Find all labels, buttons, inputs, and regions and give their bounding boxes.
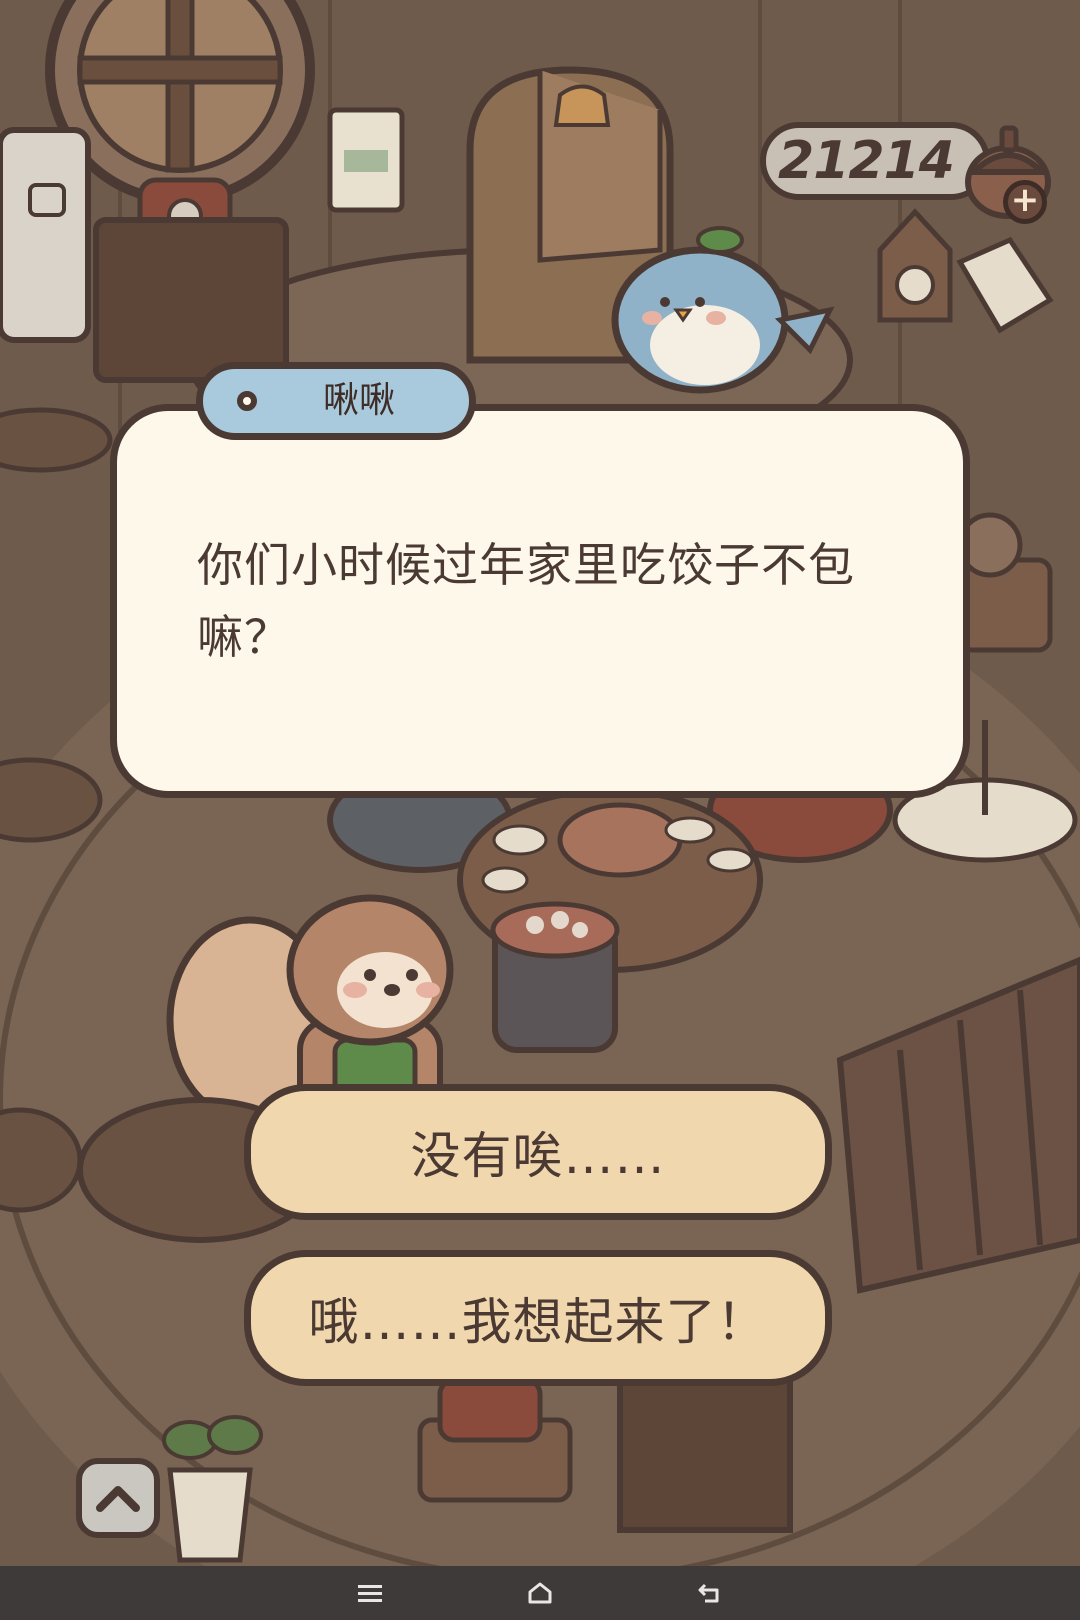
menu-icon [358, 1585, 382, 1602]
currency-value: 21214 [778, 131, 955, 191]
nav-back-button[interactable] [680, 1566, 740, 1620]
back-icon [698, 1583, 719, 1603]
speaker-name-tag: 啾啾 [196, 362, 476, 440]
chevron-up-icon [96, 1486, 140, 1512]
dialog-box[interactable]: 你们小时候过年家里吃饺子不包嘛？ [110, 404, 970, 798]
dialog-text: 你们小时候过年家里吃饺子不包嘛？ [197, 538, 855, 664]
choice-button-1[interactable]: 没有唉…… [244, 1084, 832, 1220]
system-navigation-bar [0, 1566, 1080, 1620]
choice-button-2[interactable]: 哦……我想起来了！ [244, 1250, 832, 1386]
home-icon [528, 1582, 552, 1604]
nav-menu-button[interactable] [340, 1566, 400, 1620]
currency-counter: 21214 [760, 122, 990, 200]
add-currency-button[interactable]: + [1003, 180, 1047, 224]
speaker-dot-icon [237, 391, 257, 411]
expand-menu-button[interactable] [76, 1458, 160, 1538]
nav-home-button[interactable] [510, 1566, 570, 1620]
speaker-name: 啾啾 [322, 380, 395, 421]
